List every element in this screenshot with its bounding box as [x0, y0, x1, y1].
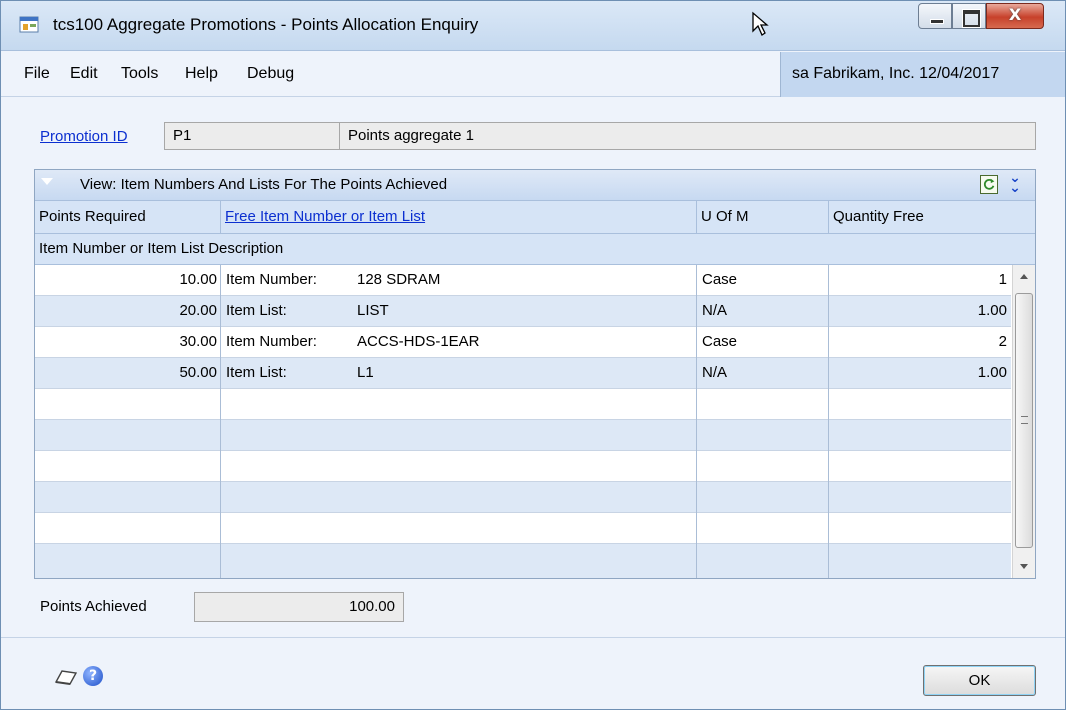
- quantity-free-cell: 1: [998, 271, 1007, 288]
- column-header-description: Item Number or Item List Description: [35, 234, 1035, 265]
- menu-file[interactable]: File: [24, 65, 50, 83]
- table-row-empty[interactable]: [35, 544, 1011, 578]
- item-type-cell: Item List:: [226, 302, 287, 319]
- menu-edit[interactable]: Edit: [70, 65, 98, 83]
- item-type-cell: Item Number:: [226, 333, 317, 350]
- points-allocation-grid: View: Item Numbers And Lists For The Poi…: [34, 169, 1036, 579]
- table-row-empty[interactable]: [35, 513, 1011, 544]
- item-number-cell: LIST: [357, 302, 389, 319]
- column-header-points-required[interactable]: Points Required: [35, 201, 221, 234]
- grid-view-header: View: Item Numbers And Lists For The Poi…: [35, 170, 1035, 201]
- quantity-free-cell: 1.00: [977, 302, 1007, 319]
- table-row-empty[interactable]: [35, 420, 1011, 451]
- uom-cell: Case: [702, 271, 738, 288]
- points-required-cell: 50.00: [179, 364, 217, 381]
- mouse-cursor-icon: [752, 11, 769, 36]
- column-header-uom[interactable]: U Of M: [697, 201, 829, 234]
- scroll-down-arrow-icon[interactable]: [1013, 555, 1036, 578]
- item-number-cell: 128 SDRAM: [357, 271, 441, 288]
- scroll-up-arrow-icon[interactable]: [1013, 265, 1036, 288]
- uom-cell: Case: [702, 333, 738, 350]
- help-icon[interactable]: ?: [83, 666, 103, 686]
- note-icon[interactable]: [53, 668, 79, 686]
- window-footer: ? OK: [1, 637, 1065, 709]
- table-row-empty[interactable]: [35, 389, 1011, 420]
- grid-vertical-scrollbar[interactable]: [1012, 265, 1035, 578]
- points-required-cell: 30.00: [179, 333, 217, 350]
- item-type-cell: Item Number:: [226, 271, 317, 288]
- column-divider: [220, 265, 221, 578]
- collapse-arrow-icon[interactable]: [41, 178, 53, 185]
- table-row-empty[interactable]: [35, 451, 1011, 482]
- table-row[interactable]: 20.00 Item List: LIST N/A 1.00: [35, 296, 1011, 327]
- maximize-button[interactable]: [952, 3, 986, 29]
- points-achieved-label: Points Achieved: [40, 598, 147, 615]
- item-type-cell: Item List:: [226, 364, 287, 381]
- close-icon: X: [1008, 5, 1022, 24]
- minimize-button[interactable]: [918, 3, 952, 29]
- table-row[interactable]: 50.00 Item List: L1 N/A 1.00: [35, 358, 1011, 389]
- item-number-cell: ACCS-HDS-1EAR: [357, 333, 480, 350]
- table-row[interactable]: 10.00 Item Number: 128 SDRAM Case 1: [35, 265, 1011, 296]
- app-window-icon: [19, 16, 39, 33]
- points-required-cell: 10.00: [179, 271, 217, 288]
- points-achieved-field: 100.00: [194, 592, 404, 622]
- uom-cell: N/A: [702, 364, 728, 381]
- points-required-cell: 20.00: [179, 302, 217, 319]
- scroll-thumb[interactable]: [1015, 293, 1033, 548]
- column-divider: [828, 265, 829, 578]
- close-button[interactable]: X: [986, 3, 1044, 29]
- window-title: tcs100 Aggregate Promotions - Points All…: [53, 15, 479, 34]
- column-divider: [696, 265, 697, 578]
- column-header-free-item[interactable]: Free Item Number or Item List: [221, 201, 697, 234]
- promotion-id-link[interactable]: Promotion ID: [40, 128, 128, 145]
- promotion-id-field[interactable]: P1: [164, 122, 340, 150]
- menu-help[interactable]: Help: [185, 65, 218, 83]
- refresh-icon[interactable]: [980, 175, 998, 194]
- uom-cell: N/A: [702, 302, 728, 319]
- promotion-description-field: Points aggregate 1: [339, 122, 1036, 150]
- ok-button[interactable]: OK: [923, 665, 1036, 696]
- menu-tools[interactable]: Tools: [121, 65, 158, 83]
- column-header-quantity-free[interactable]: Quantity Free: [829, 201, 1035, 234]
- title-bar[interactable]: tcs100 Aggregate Promotions - Points All…: [1, 1, 1065, 51]
- menu-debug[interactable]: Debug: [247, 65, 294, 83]
- quantity-free-cell: 1.00: [977, 364, 1007, 381]
- table-row[interactable]: 30.00 Item Number: ACCS-HDS-1EAR Case 2: [35, 327, 1011, 358]
- points-allocation-enquiry-window: tcs100 Aggregate Promotions - Points All…: [0, 0, 1066, 710]
- grid-view-label: View: Item Numbers And Lists For The Poi…: [80, 176, 448, 193]
- expand-double-chevron-icon[interactable]: ⌄ ⌄: [1005, 171, 1025, 195]
- quantity-free-cell: 2: [998, 333, 1007, 350]
- table-row-empty[interactable]: [35, 482, 1011, 513]
- item-number-cell: L1: [357, 364, 374, 381]
- company-date-info: sa Fabrikam, Inc. 12/04/2017: [780, 52, 1065, 97]
